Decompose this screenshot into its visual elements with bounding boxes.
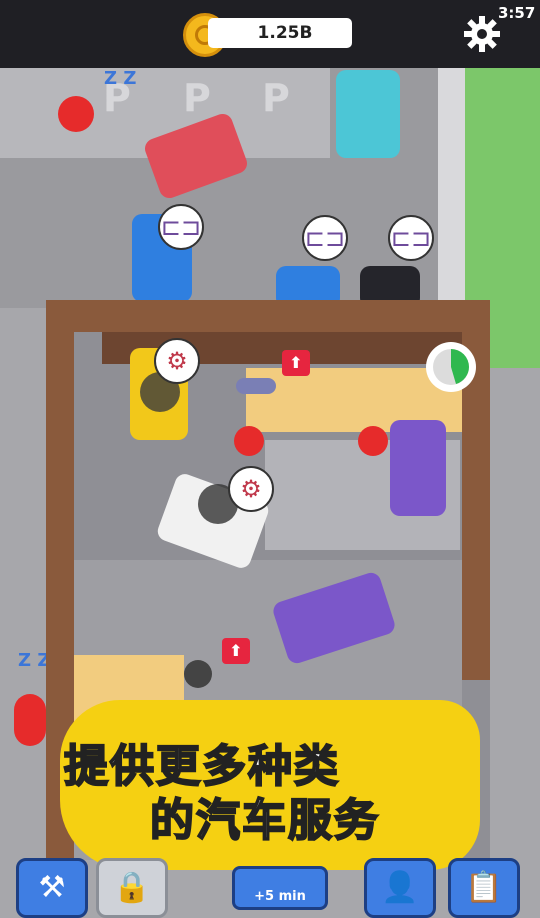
hammer-icon: ⚒ (38, 870, 66, 905)
sleep-icon: Z Z (104, 68, 137, 89)
sleeping-worker[interactable] (14, 694, 46, 746)
parking-mark: P (262, 76, 290, 120)
exhaust-pipe-icon: ⊏⊐ (160, 213, 202, 241)
exhaust-pipe-icon: ⊏⊐ (390, 224, 432, 252)
balance-value: 1.25B (257, 23, 313, 43)
exhaust-request-bubble[interactable]: ⊏⊐ (388, 215, 434, 261)
progress-pie (426, 342, 476, 392)
banner-line-2: 的汽车服务 (149, 794, 380, 847)
exhaust-request-bubble[interactable]: ⊏⊐ (158, 204, 204, 250)
engine-request-bubble[interactable]: ⚙ (154, 338, 200, 384)
mechanic-worker[interactable] (358, 426, 388, 456)
sleeping-worker[interactable] (58, 96, 94, 132)
tasks-button[interactable]: 📋 (448, 858, 520, 918)
upgrade-arrow[interactable]: ⬆ (222, 638, 250, 664)
engine-icon: ⚙ (240, 475, 262, 503)
clock-text: 3:57 (498, 4, 536, 22)
parking-mark: P (183, 76, 211, 120)
clipboard-icon: 📋 (465, 870, 503, 905)
time-boost-label: +5 min (254, 889, 306, 904)
staff-button[interactable]: 👤 (364, 858, 436, 918)
build-button[interactable]: ⚒ (16, 858, 88, 918)
purple-car (390, 420, 446, 516)
engine-icon: ⚙ (166, 347, 188, 375)
lock-icon: 🔒 (113, 870, 151, 905)
upgrade-arrow[interactable]: ⬆ (282, 350, 310, 376)
engine-part-station[interactable] (184, 660, 212, 688)
mechanic-worker[interactable] (234, 426, 264, 456)
exhaust-pipe-icon: ⊏⊐ (304, 224, 346, 252)
exhaust-part (236, 378, 276, 394)
exhaust-request-bubble[interactable]: ⊏⊐ (302, 215, 348, 261)
worker-icon: 👤 (381, 870, 419, 905)
teal-car (336, 70, 400, 158)
gear-icon[interactable] (462, 14, 502, 58)
garage-wall-top (46, 300, 490, 332)
engine-request-bubble[interactable]: ⚙ (228, 466, 274, 512)
locked-button[interactable]: 🔒 (96, 858, 168, 918)
